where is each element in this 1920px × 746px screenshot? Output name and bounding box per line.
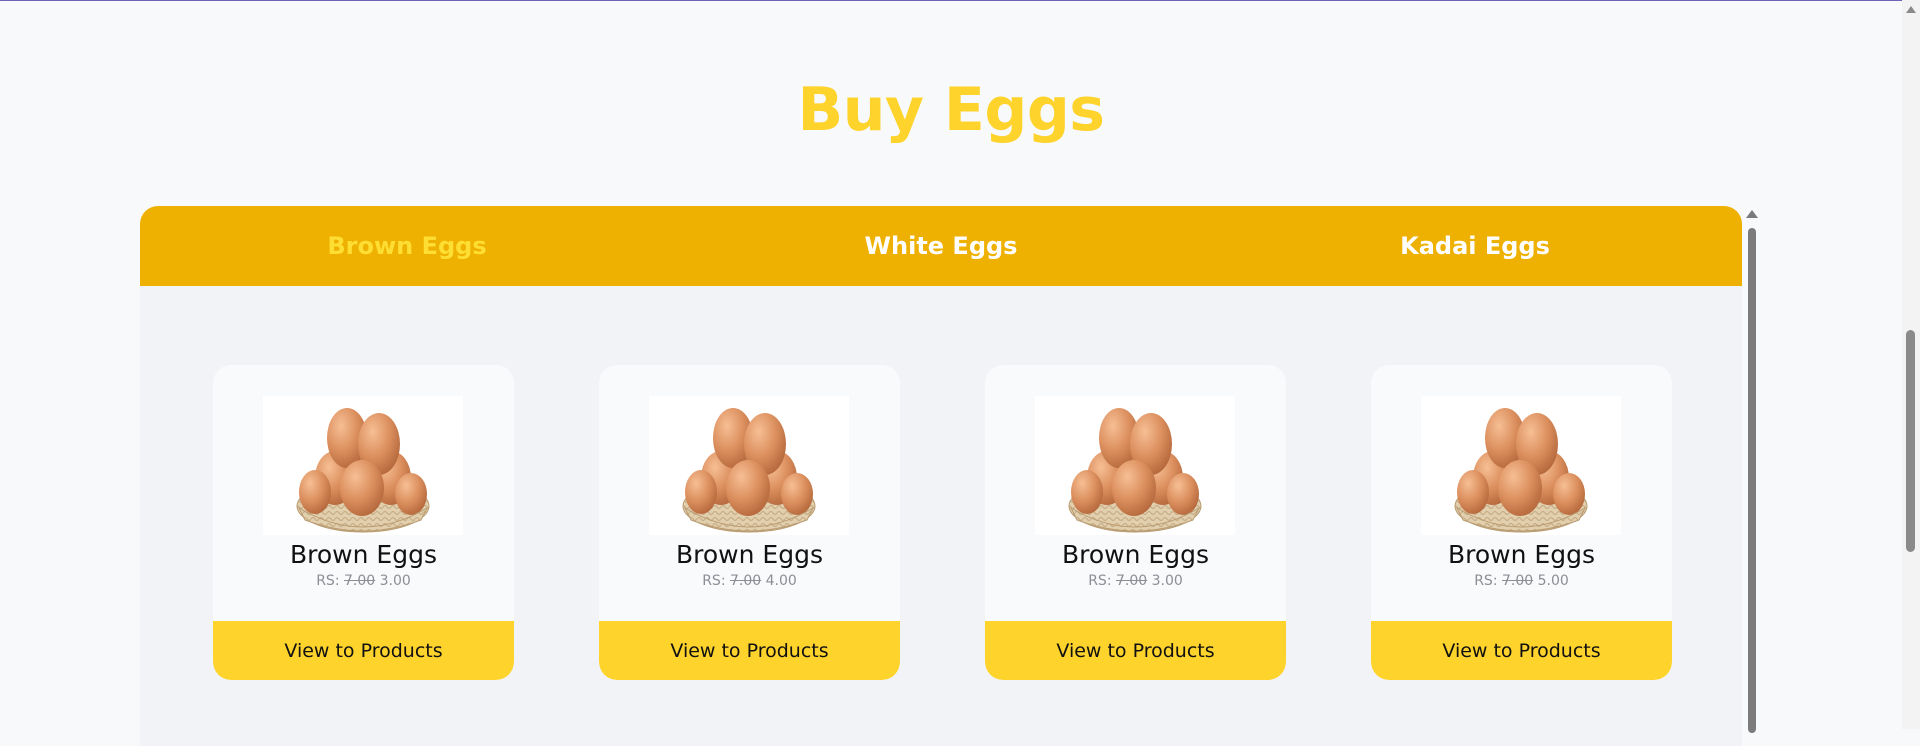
product-price: RS: 7.00 3.00	[213, 572, 514, 590]
page-scrollbar-thumb[interactable]	[1906, 330, 1915, 552]
tab-brown-eggs[interactable]: Brown Eggs	[140, 206, 674, 286]
top-border	[0, 0, 1902, 1]
egg-basket-image	[263, 396, 463, 535]
product-price: RS: 7.00 3.00	[985, 572, 1286, 590]
sale-price: 5.00	[1537, 573, 1569, 589]
product-name: Brown Eggs	[1062, 540, 1209, 569]
currency-label: RS:	[316, 573, 340, 589]
scroll-up-arrow-icon[interactable]	[1746, 210, 1758, 218]
product-name: Brown Eggs	[290, 540, 437, 569]
product-price: RS: 7.00 5.00	[1371, 572, 1672, 590]
product-price: RS: 7.00 4.00	[599, 572, 900, 590]
egg-basket-image	[1035, 396, 1235, 535]
sale-price: 3.00	[379, 573, 411, 589]
category-tab-bar: Brown Eggs White Eggs Kadai Eggs	[140, 206, 1742, 286]
scroll-up-arrow-icon[interactable]	[1906, 6, 1916, 13]
original-price: 7.00	[730, 573, 762, 589]
view-products-button[interactable]: View to Products	[599, 621, 900, 680]
currency-label: RS:	[1088, 573, 1112, 589]
original-price: 7.00	[344, 573, 376, 589]
tab-kadai-eggs[interactable]: Kadai Eggs	[1208, 206, 1742, 286]
view-products-button[interactable]: View to Products	[985, 621, 1286, 680]
products-panel: Brown Eggs White Eggs Kadai Eggs Brown E…	[140, 206, 1742, 746]
page-scrollbar[interactable]	[1902, 0, 1920, 729]
view-products-button[interactable]: View to Products	[213, 621, 514, 680]
view-products-button[interactable]: View to Products	[1371, 621, 1672, 680]
product-name: Brown Eggs	[676, 540, 823, 569]
panel-scrollbar[interactable]	[1746, 210, 1758, 733]
sale-price: 3.00	[1151, 573, 1183, 589]
original-price: 7.00	[1502, 573, 1534, 589]
product-grid: Brown Eggs RS: 7.00 3.00 View to Product…	[213, 365, 1672, 680]
product-card: Brown Eggs RS: 7.00 4.00 View to Product…	[599, 365, 900, 680]
egg-basket-image	[649, 396, 849, 535]
currency-label: RS:	[702, 573, 726, 589]
product-card: Brown Eggs RS: 7.00 3.00 View to Product…	[985, 365, 1286, 680]
panel-scrollbar-thumb[interactable]	[1748, 228, 1756, 733]
page-title: Buy Eggs	[797, 75, 1105, 145]
egg-basket-image	[1421, 396, 1621, 535]
product-card: Brown Eggs RS: 7.00 5.00 View to Product…	[1371, 365, 1672, 680]
original-price: 7.00	[1116, 573, 1148, 589]
product-name: Brown Eggs	[1448, 540, 1595, 569]
product-card: Brown Eggs RS: 7.00 3.00 View to Product…	[213, 365, 514, 680]
sale-price: 4.00	[765, 573, 797, 589]
tab-white-eggs[interactable]: White Eggs	[674, 206, 1208, 286]
currency-label: RS:	[1474, 573, 1498, 589]
